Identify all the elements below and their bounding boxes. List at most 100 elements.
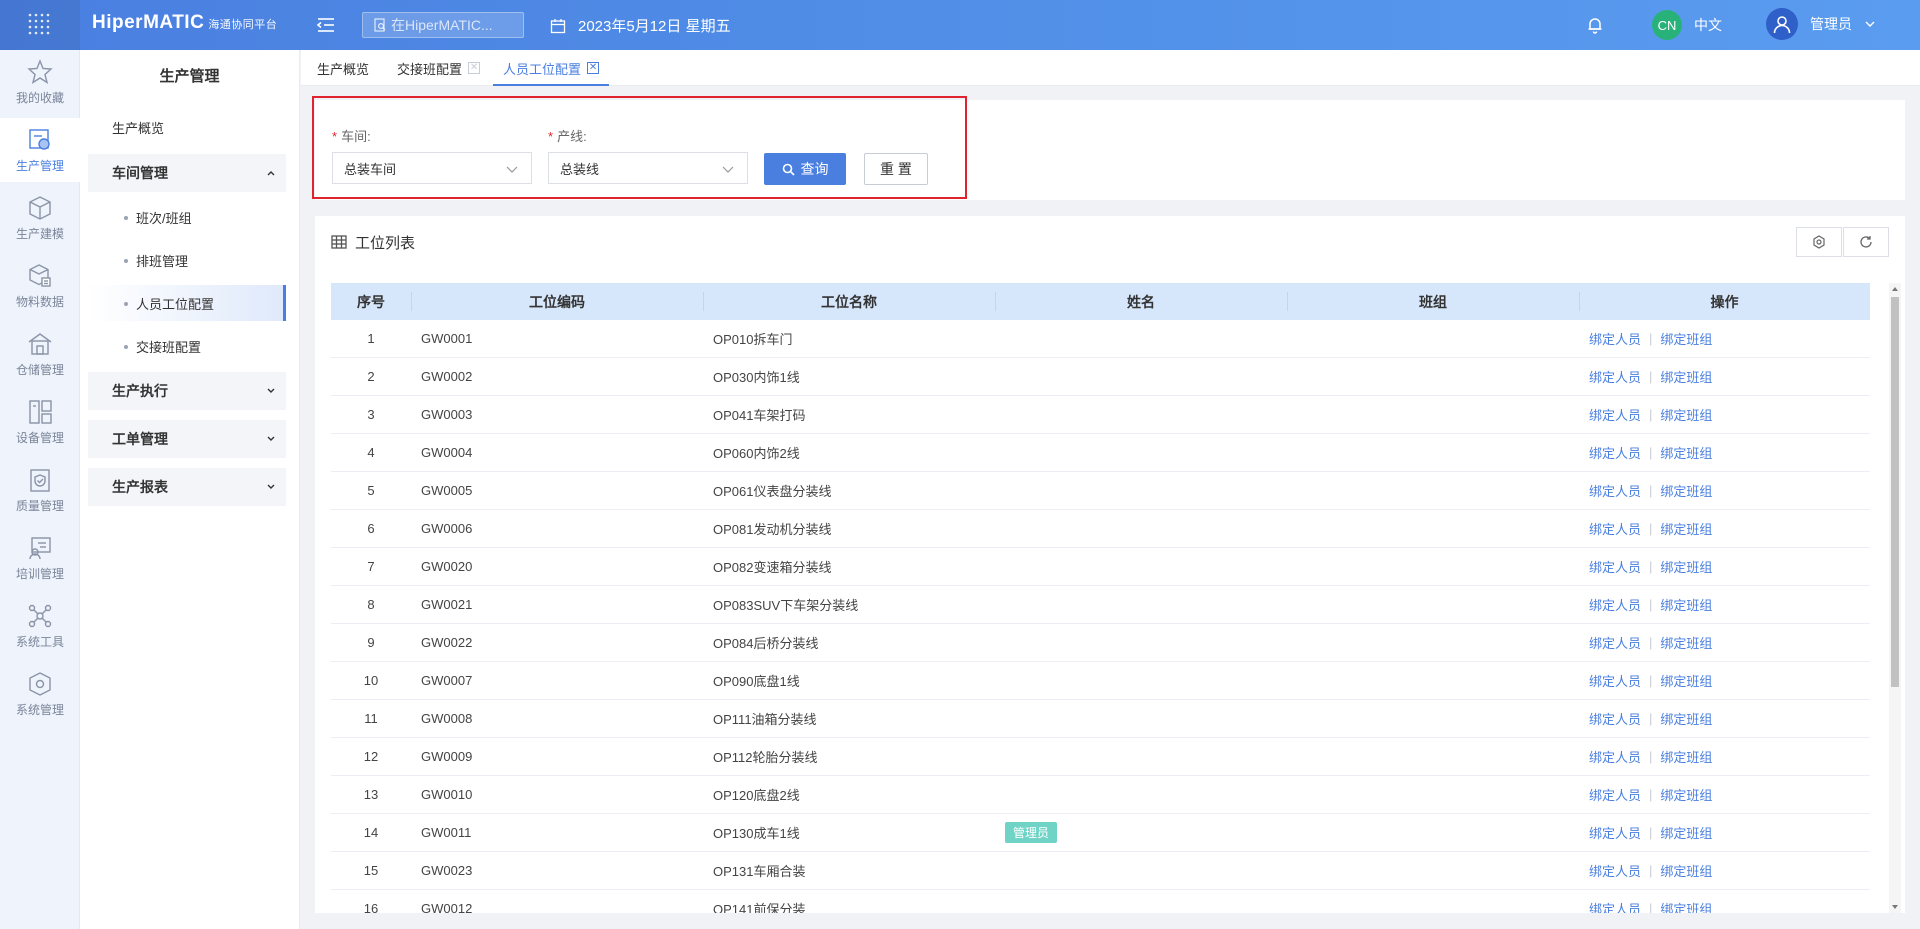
menu-toggle-icon[interactable] <box>316 15 336 35</box>
bind-person-link[interactable]: 绑定人员 <box>1589 519 1641 538</box>
sidebar-item-staff-station[interactable]: 人员工位配置 <box>88 285 286 321</box>
star-icon <box>27 58 53 84</box>
line-select[interactable]: 总装线 <box>548 152 748 184</box>
user-menu[interactable]: 管理员 <box>1766 8 1876 40</box>
sidebar-item-label: 生产概览 <box>112 120 165 136</box>
tab-staff-station[interactable]: 人员工位配置 ✕ <box>492 50 610 86</box>
app-grid-icon[interactable] <box>0 0 80 50</box>
bind-person-link[interactable]: 绑定人员 <box>1589 329 1641 348</box>
bind-team-link[interactable]: 绑定班组 <box>1660 709 1712 728</box>
sidebar-item-schedule[interactable]: 排班管理 <box>88 242 286 278</box>
bind-team-link[interactable]: 绑定班组 <box>1660 861 1712 880</box>
bind-person-link[interactable]: 绑定人员 <box>1589 899 1641 913</box>
bind-team-link[interactable]: 绑定班组 <box>1660 823 1712 842</box>
column-settings-button[interactable] <box>1796 227 1842 257</box>
bind-team-link[interactable]: 绑定班组 <box>1660 785 1712 804</box>
bind-person-link[interactable]: 绑定人员 <box>1589 633 1641 652</box>
bind-person-link[interactable]: 绑定人员 <box>1589 443 1641 462</box>
scroll-up-icon[interactable] <box>1891 285 1899 293</box>
sidebar: 生产管理 生产概览 车间管理 班次/班组 排班管理 人员工位配置 交接班配置 生… <box>80 50 300 929</box>
table-row: 6 GW0006 OP081发动机分装线 绑定人员 | 绑定班组 <box>331 510 1870 548</box>
reset-button[interactable]: 重 置 <box>864 153 928 185</box>
action-separator: | <box>1649 331 1653 346</box>
action-separator: | <box>1649 635 1653 650</box>
bind-team-link[interactable]: 绑定班组 <box>1660 671 1712 690</box>
bind-person-link[interactable]: 绑定人员 <box>1589 709 1641 728</box>
table-scrollbar[interactable] <box>1889 283 1901 913</box>
sidebar-group-workshop[interactable]: 车间管理 <box>88 154 286 192</box>
sidebar-item-overview[interactable]: 生产概览 <box>88 108 286 146</box>
global-search[interactable] <box>362 12 524 38</box>
bind-team-link[interactable]: 绑定班组 <box>1660 519 1712 538</box>
bind-person-link[interactable]: 绑定人员 <box>1589 861 1641 880</box>
sidebar-group-execution[interactable]: 生产执行 <box>88 372 286 410</box>
quality-icon <box>30 468 50 492</box>
rail-item-material[interactable]: 物料数据 <box>0 254 80 318</box>
bind-person-link[interactable]: 绑定人员 <box>1589 785 1641 804</box>
bind-team-link[interactable]: 绑定班组 <box>1660 899 1712 913</box>
table-icon <box>331 235 347 249</box>
bind-person-link[interactable]: 绑定人员 <box>1589 557 1641 576</box>
header-team: 班组 <box>1287 283 1579 320</box>
rail-item-modeling[interactable]: 生产建模 <box>0 186 80 250</box>
bind-team-link[interactable]: 绑定班组 <box>1660 557 1712 576</box>
cell-name: OP090底盘1线 <box>713 674 800 689</box>
rail-item-favorites[interactable]: 我的收藏 <box>0 50 80 114</box>
workshop-select[interactable]: 总装车间 <box>332 152 532 184</box>
bind-person-link[interactable]: 绑定人员 <box>1589 405 1641 424</box>
table-row: 14 GW0011 OP130成车1线 管理员 绑定人员 | 绑定班组 <box>331 814 1870 852</box>
action-separator: | <box>1649 749 1653 764</box>
search-input[interactable] <box>391 17 521 33</box>
table-header: 序号 工位编码 工位名称 姓名 班组 操作 <box>331 283 1870 320</box>
rail-item-quality[interactable]: 质量管理 <box>0 458 80 522</box>
scrollbar-thumb[interactable] <box>1891 297 1899 687</box>
cell-name: OP141前保分装 <box>713 902 806 913</box>
cell-name: OP082变速箱分装线 <box>713 560 832 575</box>
production-icon <box>29 128 50 150</box>
rail-item-warehouse[interactable]: 仓储管理 <box>0 322 80 386</box>
rail-item-production[interactable]: 生产管理 <box>0 118 80 182</box>
rail-item-device[interactable]: 设备管理 <box>0 390 80 454</box>
header-no: 序号 <box>357 293 385 310</box>
close-icon[interactable]: ✕ <box>587 62 600 74</box>
rail-label: 生产管理 <box>15 158 64 173</box>
close-icon[interactable]: ✕ <box>468 62 481 74</box>
notification-bell-icon[interactable] <box>1586 16 1604 37</box>
bind-team-link[interactable]: 绑定班组 <box>1660 329 1712 348</box>
sidebar-item-handover[interactable]: 交接班配置 <box>88 328 286 364</box>
sidebar-group-workorder[interactable]: 工单管理 <box>88 420 286 458</box>
bind-team-link[interactable]: 绑定班组 <box>1660 633 1712 652</box>
cell-name: OP112轮胎分装线 <box>713 750 818 765</box>
tab-overview[interactable]: 生产概览 <box>317 50 369 86</box>
bind-team-link[interactable]: 绑定班组 <box>1660 481 1712 500</box>
query-button[interactable]: 查询 <box>764 153 846 185</box>
tab-handover[interactable]: 交接班配置 ✕ <box>397 50 481 86</box>
bind-team-link[interactable]: 绑定班组 <box>1660 595 1712 614</box>
bind-team-link[interactable]: 绑定班组 <box>1660 405 1712 424</box>
language-switcher[interactable]: CN 中文 <box>1652 10 1722 40</box>
bind-person-link[interactable]: 绑定人员 <box>1589 823 1641 842</box>
action-separator: | <box>1649 825 1653 840</box>
bind-person-link[interactable]: 绑定人员 <box>1589 747 1641 766</box>
scroll-down-icon[interactable] <box>1891 903 1899 911</box>
refresh-button[interactable] <box>1843 227 1889 257</box>
bind-team-link[interactable]: 绑定班组 <box>1660 747 1712 766</box>
rail-label: 生产建模 <box>15 226 64 241</box>
bind-team-link[interactable]: 绑定班组 <box>1660 367 1712 386</box>
rail-item-training[interactable]: 培训管理 <box>0 526 80 590</box>
action-separator: | <box>1649 407 1653 422</box>
sidebar-group-reports[interactable]: 生产报表 <box>88 468 286 506</box>
bind-person-link[interactable]: 绑定人员 <box>1589 481 1641 500</box>
bind-team-link[interactable]: 绑定班组 <box>1660 443 1712 462</box>
bind-person-link[interactable]: 绑定人员 <box>1589 367 1641 386</box>
cell-no: 16 <box>363 901 379 913</box>
cell-team <box>1287 472 1579 509</box>
cell-code: GW0003 <box>421 407 473 422</box>
query-label: 查询 <box>800 161 829 177</box>
cell-team <box>1287 814 1579 851</box>
rail-item-system[interactable]: 系统管理 <box>0 662 80 726</box>
rail-item-tools[interactable]: 系统工具 <box>0 594 80 658</box>
bind-person-link[interactable]: 绑定人员 <box>1589 595 1641 614</box>
bind-person-link[interactable]: 绑定人员 <box>1589 671 1641 690</box>
sidebar-item-shift[interactable]: 班次/班组 <box>88 199 286 235</box>
